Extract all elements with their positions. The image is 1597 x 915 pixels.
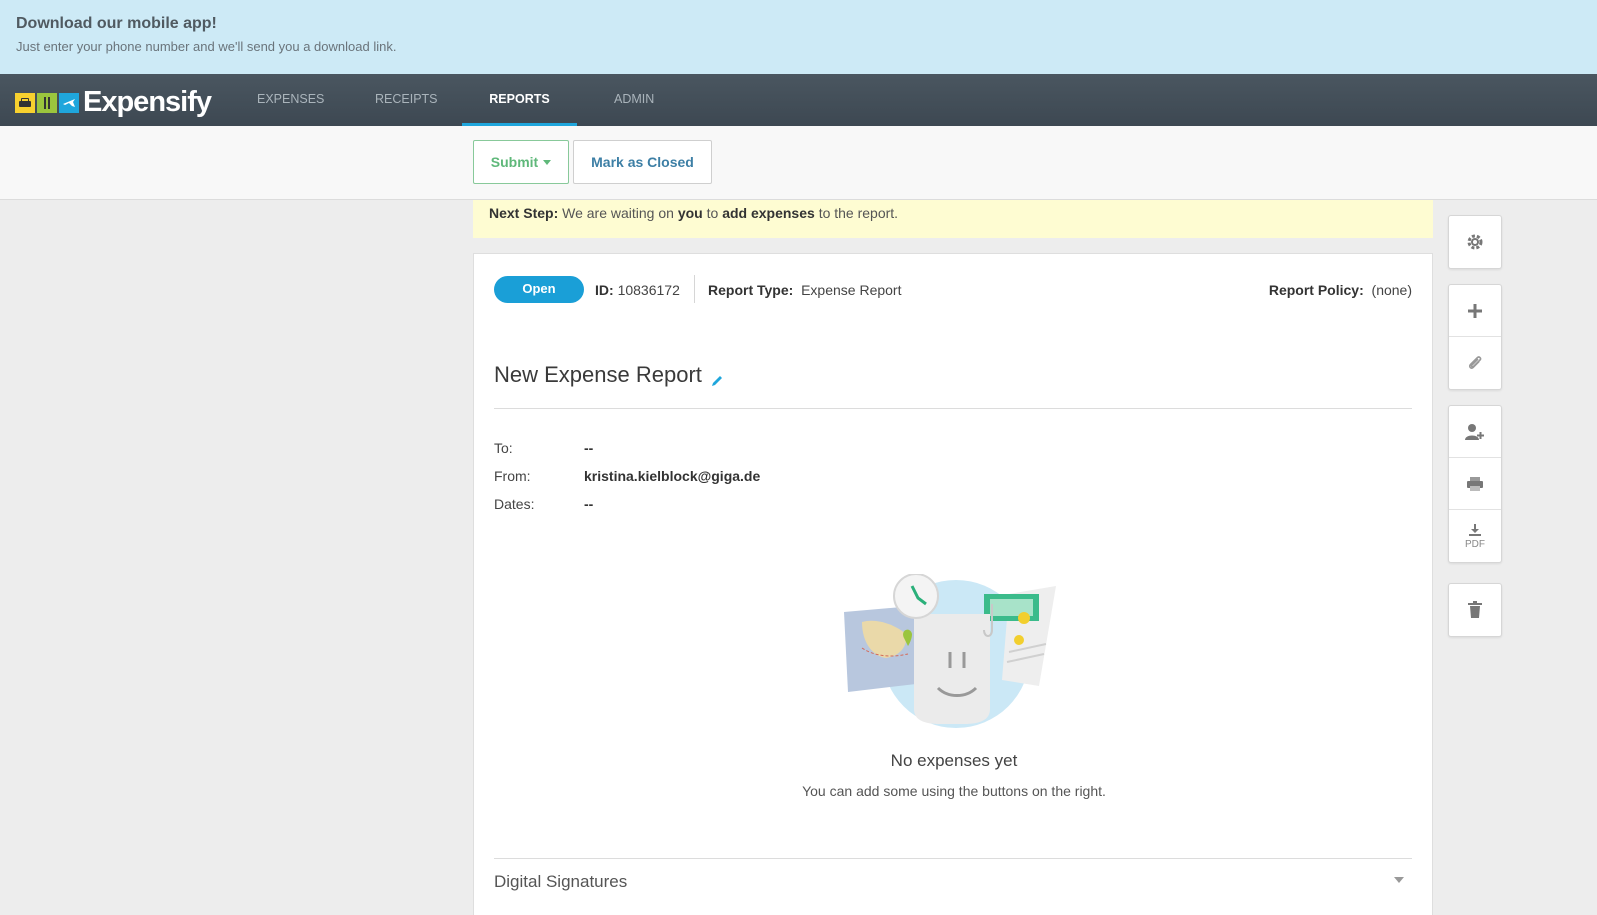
- gear-icon: [1466, 233, 1484, 251]
- submit-button[interactable]: Submit: [473, 140, 569, 184]
- dates-value: --: [584, 496, 594, 512]
- digital-signatures-toggle[interactable]: Digital Signatures: [494, 872, 627, 892]
- banner-title: Download our mobile app!: [16, 15, 217, 32]
- pdf-label: PDF: [1465, 538, 1485, 550]
- empty-state-subtitle: You can add some using the buttons on th…: [802, 783, 1106, 799]
- empty-expenses-illustration: [844, 574, 1056, 728]
- fork-knife-icon: [37, 92, 57, 113]
- report-type: Report Type: Expense Report: [708, 282, 902, 298]
- signatures-divider: [494, 858, 1412, 859]
- report-title-text: New Expense Report: [494, 362, 702, 387]
- next-step-text-1: We are waiting on: [562, 205, 674, 221]
- submit-label: Submit: [490, 154, 539, 170]
- next-step-action: add expenses: [722, 205, 815, 221]
- settings-group: [1448, 215, 1502, 269]
- report-type-value: Expense Report: [801, 282, 902, 298]
- next-step-notice: Next Step: We are waiting on you to add …: [473, 200, 1433, 238]
- top-nav: Expensify EXPENSES RECEIPTS REPORTS ADMI…: [0, 74, 1597, 126]
- report-title[interactable]: New Expense Report: [494, 362, 724, 388]
- pencil-icon[interactable]: [710, 368, 724, 386]
- meta-divider: [694, 275, 695, 303]
- report-type-label: Report Type:: [708, 282, 794, 298]
- report-policy-value: (none): [1371, 282, 1412, 298]
- next-step-who: you: [677, 205, 703, 221]
- nav-expenses[interactable]: EXPENSES: [257, 74, 324, 126]
- to-label: To:: [494, 440, 513, 456]
- paperclip-icon: [1467, 355, 1483, 371]
- mobile-app-banner[interactable]: Download our mobile app! Just enter your…: [0, 0, 1597, 74]
- nav-receipts[interactable]: RECEIPTS: [375, 74, 438, 126]
- actions-group: PDF: [1448, 405, 1502, 563]
- nav-admin[interactable]: ADMIN: [614, 74, 654, 126]
- title-divider: [494, 408, 1412, 409]
- from-label: From:: [494, 468, 531, 484]
- plus-icon: [1467, 303, 1483, 319]
- banner-subtitle: Just enter your phone number and we'll s…: [16, 39, 397, 54]
- mark-as-closed-button[interactable]: Mark as Closed: [573, 140, 712, 184]
- print-button[interactable]: [1449, 458, 1501, 510]
- download-pdf-button[interactable]: PDF: [1449, 510, 1501, 562]
- chevron-down-icon: [543, 159, 552, 165]
- add-group: [1448, 284, 1502, 390]
- expensify-logo[interactable]: Expensify: [15, 86, 212, 119]
- trash-icon: [1467, 601, 1483, 619]
- attach-button[interactable]: [1449, 337, 1501, 389]
- from-value: kristina.kielblock@giga.de: [584, 468, 761, 484]
- download-pdf-icon: [1467, 523, 1483, 537]
- print-icon: [1466, 476, 1484, 492]
- delete-report-button[interactable]: [1449, 584, 1501, 636]
- report-card: Open ID: 10836172 Report Type: Expense R…: [473, 253, 1433, 915]
- report-id-value: 10836172: [617, 282, 680, 298]
- report-toolbar: Submit Mark as Closed: [0, 126, 1597, 200]
- settings-button[interactable]: [1449, 216, 1501, 268]
- report-policy: Report Policy: (none): [1269, 282, 1412, 298]
- logo-text: Expensify: [83, 86, 212, 118]
- next-step-text-2: to: [706, 205, 719, 221]
- taxi-icon: [15, 92, 35, 113]
- dates-label: Dates:: [494, 496, 535, 512]
- status-badge: Open: [494, 276, 584, 303]
- empty-state-title: No expenses yet: [890, 751, 1018, 770]
- report-policy-label: Report Policy:: [1268, 282, 1364, 298]
- report-id-label: ID:: [595, 282, 614, 298]
- share-button[interactable]: [1449, 406, 1501, 458]
- next-step-label: Next Step:: [489, 205, 559, 221]
- to-value: --: [584, 440, 594, 456]
- add-user-icon: [1464, 423, 1486, 441]
- add-expense-button[interactable]: [1449, 285, 1501, 337]
- chevron-down-icon[interactable]: [1394, 877, 1404, 883]
- nav-reports[interactable]: REPORTS: [462, 74, 577, 126]
- report-id: ID: 10836172: [595, 282, 680, 298]
- airplane-icon: [59, 92, 79, 113]
- delete-group: [1448, 583, 1502, 637]
- next-step-text-3: to the report.: [818, 205, 899, 221]
